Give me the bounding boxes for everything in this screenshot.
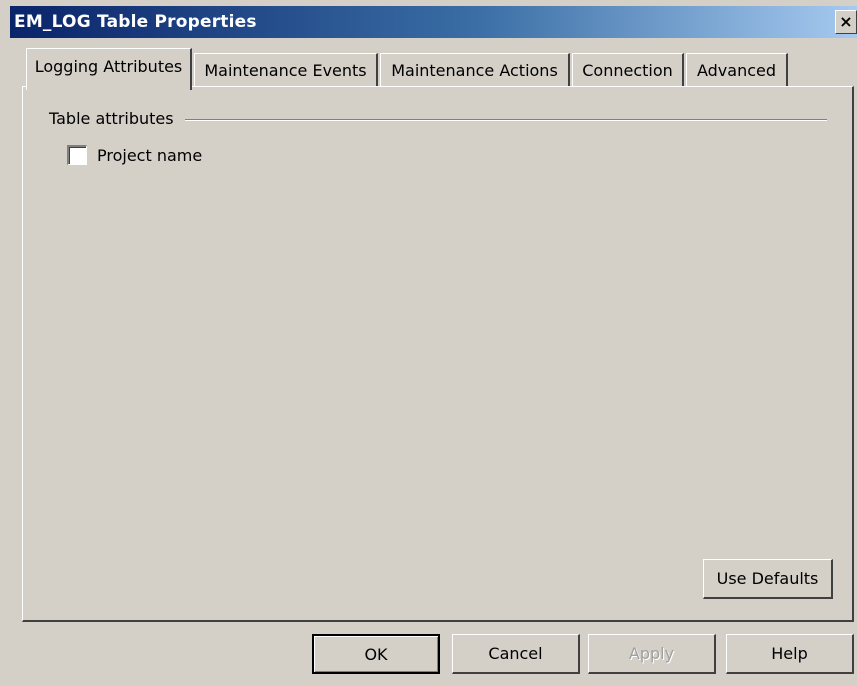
- project-name-label: Project name: [97, 145, 203, 165]
- properties-dialog: EM_LOG Table Properties × Logging Attrib…: [0, 0, 857, 686]
- close-icon: ×: [839, 12, 853, 31]
- tab-label: Logging Attributes: [34, 57, 183, 76]
- window-title: EM_LOG Table Properties: [14, 12, 257, 32]
- group-divider: [185, 119, 827, 121]
- tab-advanced[interactable]: Advanced: [686, 53, 788, 87]
- tab-label: Maintenance Events: [204, 61, 367, 80]
- button-label: Apply: [628, 644, 675, 663]
- ok-button[interactable]: OK: [312, 634, 440, 674]
- tab-connection[interactable]: Connection: [572, 53, 684, 87]
- tab-logging-attributes[interactable]: Logging Attributes: [26, 48, 192, 90]
- tab-label: Connection: [582, 61, 673, 80]
- tab-label: Advanced: [696, 61, 777, 80]
- button-label: Use Defaults: [716, 569, 819, 588]
- button-label: Help: [771, 644, 808, 663]
- button-label: Cancel: [488, 644, 543, 663]
- tab-maintenance-actions[interactable]: Maintenance Actions: [380, 53, 570, 87]
- tab-maintenance-events[interactable]: Maintenance Events: [194, 53, 378, 87]
- use-defaults-button[interactable]: Use Defaults: [703, 559, 833, 599]
- cancel-button[interactable]: Cancel: [452, 634, 580, 674]
- close-button[interactable]: ×: [835, 10, 857, 34]
- tab-label: Maintenance Actions: [391, 61, 558, 80]
- title-bar[interactable]: EM_LOG Table Properties: [10, 6, 857, 38]
- tab-panel: Table attributes Project name Use Defaul…: [22, 86, 854, 622]
- project-name-checkbox[interactable]: [67, 145, 87, 165]
- group-label: Table attributes: [49, 109, 174, 128]
- button-label: OK: [364, 644, 388, 664]
- help-button[interactable]: Help: [726, 634, 854, 674]
- project-name-option[interactable]: Project name: [67, 145, 202, 165]
- apply-button[interactable]: Apply: [588, 634, 716, 674]
